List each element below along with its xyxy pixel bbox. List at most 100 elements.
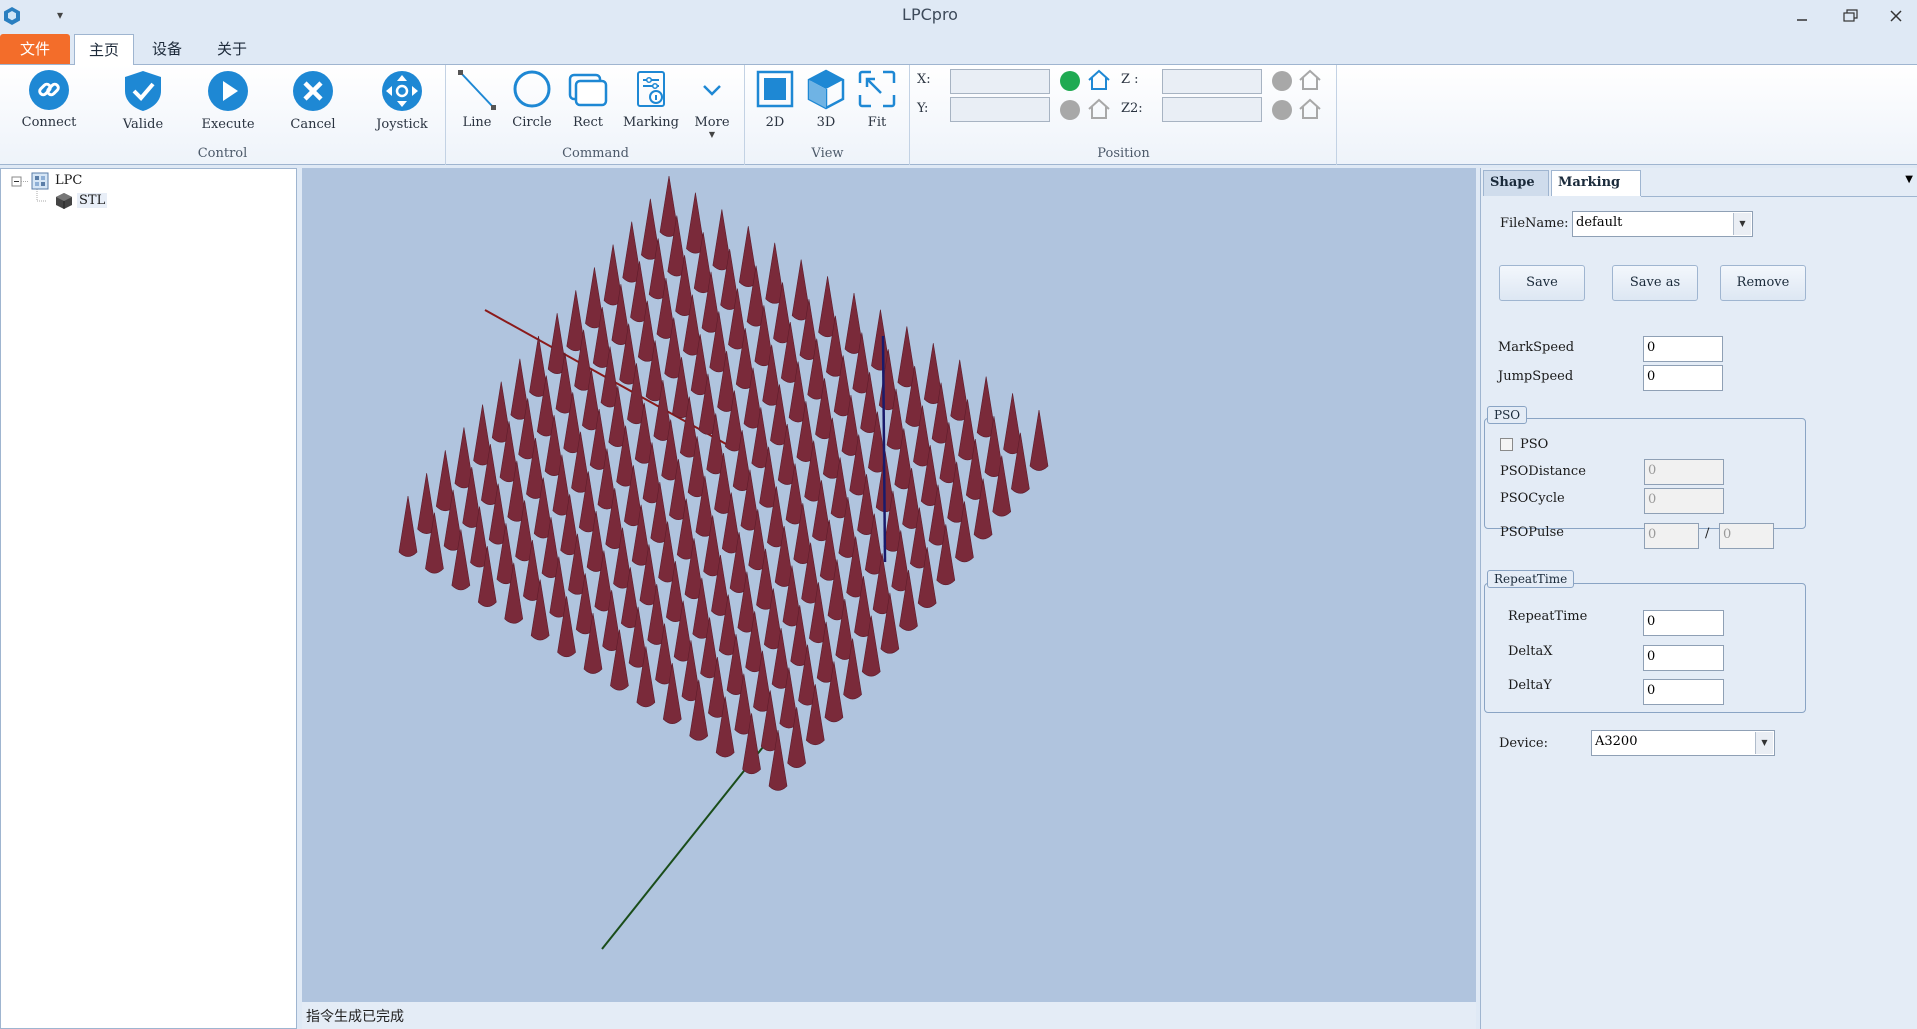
lpc-node-icon [31,172,49,190]
valide-label: Valide [122,117,164,132]
shield-check-icon [125,71,161,111]
cancel-icon [293,71,333,111]
circle-icon [513,70,551,108]
rect-button[interactable]: Rect [562,69,614,141]
view-3d-button[interactable]: 3D [803,69,849,141]
title-bar: ▾ LPCpro [0,0,1917,32]
deltay-label: DeltaY [1508,678,1552,693]
filename-label: FileName: [1500,216,1569,231]
save-button[interactable]: Save [1499,265,1585,301]
device-value: A3200 [1595,734,1638,749]
menu-bar: 文件 主页 设备 关于 [0,32,1917,66]
device-label: Device: [1499,736,1548,751]
close-icon[interactable] [1876,2,1916,30]
execute-button[interactable]: Execute [193,69,263,141]
x-label: X: [917,72,931,87]
tab-marking[interactable]: Marking [1551,170,1641,196]
z-label: Z : [1121,72,1139,87]
fit-icon [858,70,896,108]
marking-button[interactable]: Marking [619,69,683,141]
markspeed-input[interactable]: 0 [1643,336,1723,362]
pso-cycle-input[interactable]: 0 [1644,488,1724,514]
menu-tab-device[interactable]: 设备 [140,34,194,64]
chevron-down-icon: ▼ [1755,732,1773,754]
marking-icon [637,71,665,107]
home-icon[interactable] [1087,69,1111,91]
pso-checkbox-label: PSO [1520,437,1549,452]
menu-tab-file[interactable]: 文件 [0,34,70,64]
pso-pulse-input-b[interactable]: 0 [1719,523,1774,549]
restore-icon[interactable] [1830,2,1870,30]
line-icon [458,70,496,110]
filename-value: default [1576,215,1623,230]
view-3d-icon [807,69,845,110]
menu-tab-about[interactable]: 关于 [204,34,260,64]
ribbon-group-command-label: Command [562,146,629,161]
tree-node-lpc[interactable]: LPC [55,173,82,188]
home-icon[interactable] [1087,98,1111,120]
deltay-input[interactable]: 0 [1643,679,1724,705]
tab-strip-line [1641,196,1917,197]
z-position-field [1162,69,1262,94]
cancel-label: Cancel [290,117,336,132]
joystick-label: Joystick [376,117,428,132]
3d-viewport[interactable] [302,168,1476,1002]
pso-distance-input[interactable]: 0 [1644,459,1724,485]
ribbon-group-position-label: Position [1097,146,1150,161]
z2-position-field [1162,97,1262,122]
line-button[interactable]: Line [452,69,502,141]
markspeed-label: MarkSpeed [1498,340,1575,355]
stl-cone [398,495,418,557]
x-position-field [950,69,1050,94]
repeattime-input[interactable]: 0 [1643,610,1724,636]
tab-shape[interactable]: Shape [1483,170,1549,196]
y-status-led [1060,100,1080,120]
pso-checkbox[interactable] [1500,438,1513,451]
link-icon [29,70,69,110]
properties-panel: Shape Marking ▼ FileName: default ▼ Save… [1480,168,1917,1029]
tree-node-stl[interactable]: STL [77,193,108,208]
stl-cube-icon [56,193,72,209]
view-2d-icon [756,70,794,108]
fit-button[interactable]: Fit [854,69,900,141]
z2-status-led [1272,100,1292,120]
panel-menu-arrow[interactable]: ▼ [1905,174,1913,185]
view-2d-button[interactable]: 2D [752,69,798,141]
menu-tab-home[interactable]: 主页 [74,34,134,66]
more-label: More [694,115,730,130]
device-select[interactable]: A3200 ▼ [1591,730,1775,756]
more-button[interactable]: More ▼ [687,69,737,141]
repeattime-group-title: RepeatTime [1487,570,1575,588]
view-3d-label: 3D [816,115,836,130]
ribbon-group-position: X: Y: Z : Z2: Position [911,65,1337,165]
jumpspeed-label: JumpSpeed [1498,369,1574,384]
rect-icon [568,73,608,107]
minimize-icon[interactable] [1782,2,1822,30]
home-icon[interactable] [1298,69,1322,91]
filename-select[interactable]: default ▼ [1572,211,1753,237]
save-as-button[interactable]: Save as [1612,265,1698,301]
remove-button[interactable]: Remove [1720,265,1806,301]
chevron-down-icon: ▼ [1733,213,1751,235]
pso-pulse-input-a[interactable]: 0 [1644,523,1699,549]
pso-pulse-label: PSOPulse [1500,525,1564,540]
pso-distance-label: PSODistance [1500,464,1586,479]
execute-label: Execute [201,117,255,132]
deltax-input[interactable]: 0 [1643,645,1724,671]
joystick-button[interactable]: Joystick [366,69,438,141]
ribbon-group-view: 2D 3D Fit View [746,65,910,165]
jumpspeed-input[interactable]: 0 [1643,365,1723,391]
connect-button[interactable]: Connect [14,69,84,141]
home-icon[interactable] [1298,98,1322,120]
marking-label: Marking [622,115,679,130]
scene-canvas[interactable] [302,168,1476,1002]
circle-button[interactable]: Circle [507,69,557,141]
pso-group-title: PSO [1487,406,1528,424]
x-status-led [1060,71,1080,91]
valide-button[interactable]: Valide [108,69,178,141]
stl-cone [1029,409,1049,471]
ribbon-group-control-label: Control [197,146,248,161]
circle-label: Circle [512,115,552,130]
repeattime-label: RepeatTime [1508,609,1588,624]
cancel-button[interactable]: Cancel [278,69,348,141]
